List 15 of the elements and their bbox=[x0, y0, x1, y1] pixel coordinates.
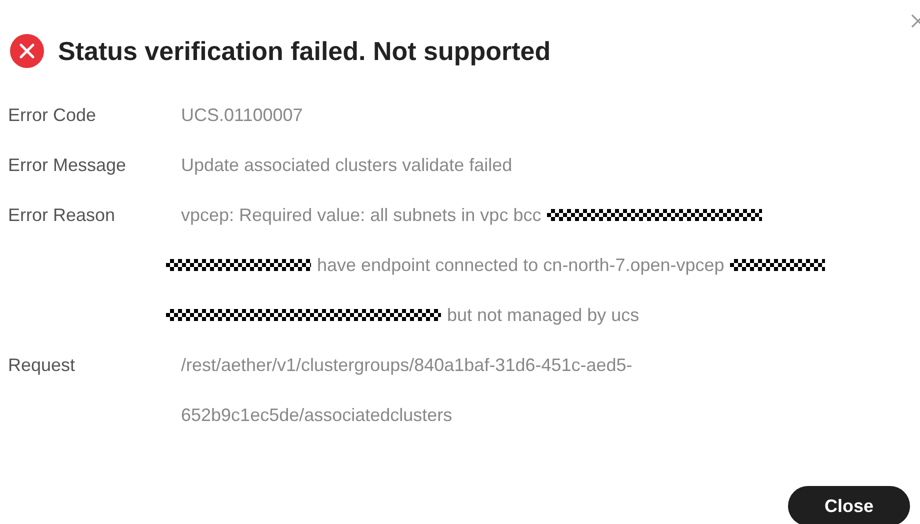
field-label: Error Message bbox=[8, 154, 128, 177]
dialog-title: Status verification failed. Not supported bbox=[58, 34, 551, 68]
close-icon[interactable] bbox=[911, 14, 920, 28]
field-value: have endpoint connected to cn-north-7.open-vpcep bbox=[317, 254, 724, 277]
field-value: Update associated clusters validate failed bbox=[181, 154, 512, 177]
field-value: vpcep: Required value: all subnets in vpc bcc bbox=[181, 204, 542, 227]
field-value: but not managed by ucs bbox=[447, 304, 640, 327]
field-value: UCS.01100007 bbox=[181, 104, 303, 126]
field-value: /rest/aether/v1/clustergroups/840a1baf-31d6-451c-aed5- bbox=[181, 354, 632, 377]
field-label: Request bbox=[8, 354, 76, 377]
field-label: Error Code bbox=[8, 104, 98, 127]
field-label: Error Reason bbox=[8, 204, 116, 227]
error-icon bbox=[10, 34, 44, 68]
close-button[interactable]: Close bbox=[788, 486, 910, 524]
field-value: 652b9c1ec5de/associatedclusters bbox=[181, 404, 452, 426]
